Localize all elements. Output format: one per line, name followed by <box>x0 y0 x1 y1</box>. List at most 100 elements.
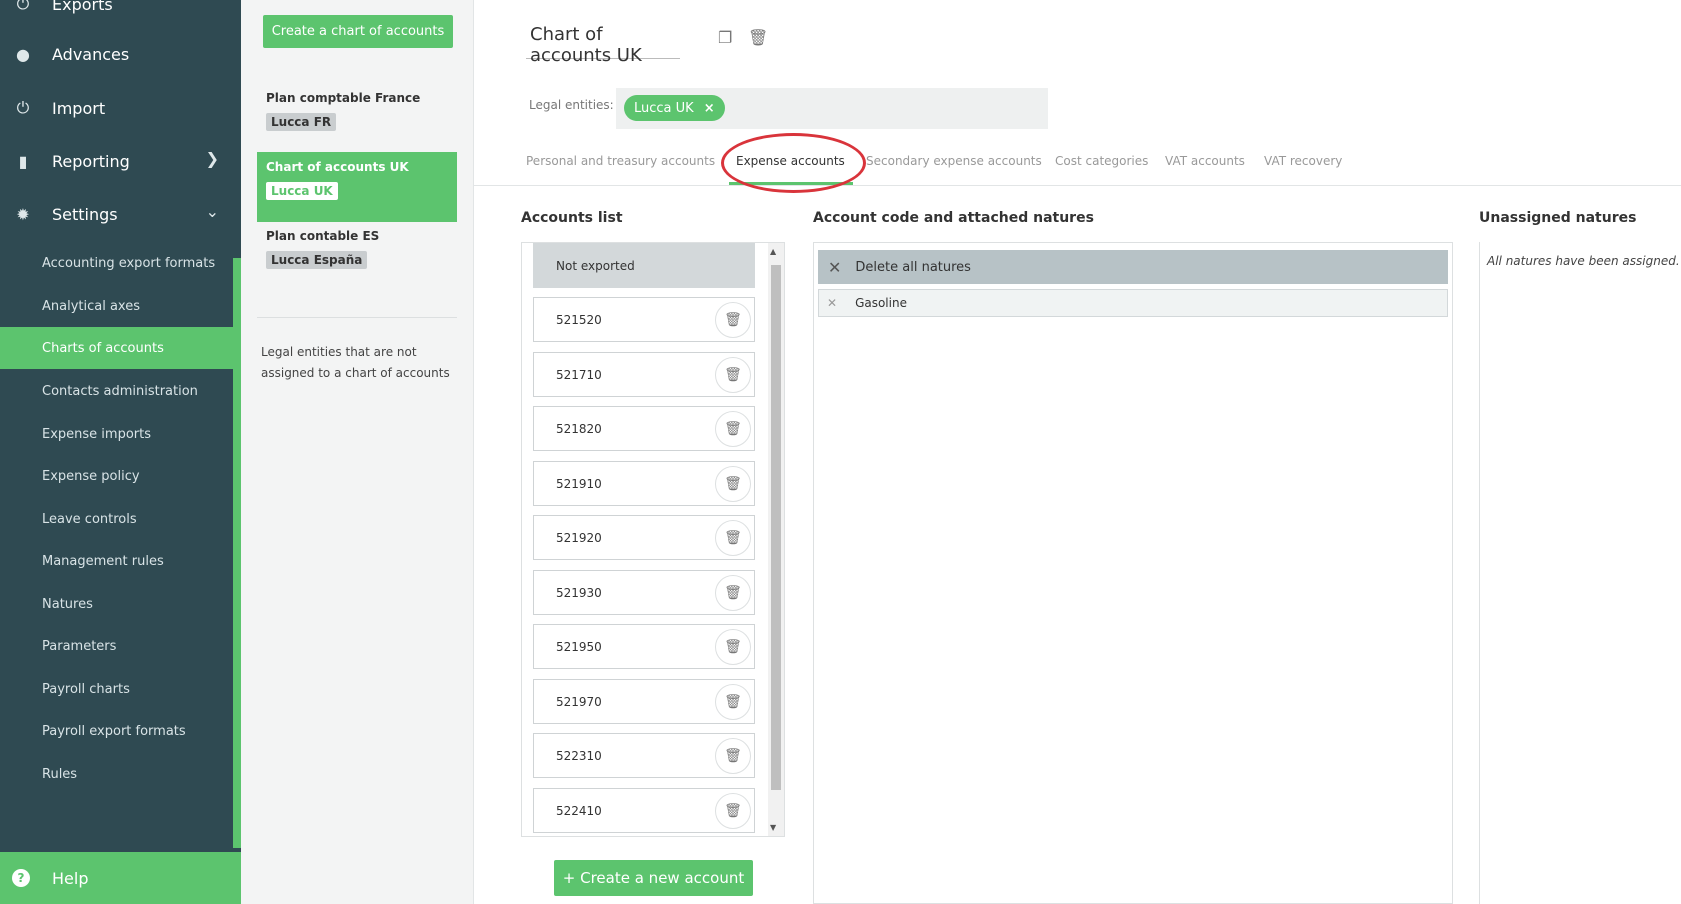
trash-icon[interactable]: 🗑 <box>715 629 751 665</box>
remove-icon[interactable]: × <box>704 101 715 116</box>
legal-entities-input[interactable]: Lucca UK × <box>616 88 1048 129</box>
trash-icon[interactable]: 🗑 <box>715 302 751 338</box>
trash-icon[interactable]: 🗑 <box>715 793 751 829</box>
unassigned-natures-title: Unassigned natures <box>1479 210 1637 226</box>
nav-item-advances[interactable]: ● Advances <box>0 34 233 74</box>
create-account-button[interactable]: + Create a new account <box>554 860 753 896</box>
trash-icon[interactable]: 🗑 <box>715 411 751 447</box>
nav-item-label: Settings <box>52 204 118 224</box>
delete-all-label: Delete all natures <box>855 259 971 275</box>
attached-natures-panel: ✕ Delete all natures ✕ Gasoline <box>813 242 1453 904</box>
account-code: 521920 <box>556 530 602 545</box>
unassigned-message: All natures have been assigned. <box>1487 254 1680 268</box>
sidebar-scrollbar[interactable] <box>233 258 241 848</box>
nav-item-import[interactable]: ⏻ Import <box>0 88 233 128</box>
tab-bar: Personal and treasury accounts Expense a… <box>474 148 1681 186</box>
tab-cost-categories[interactable]: Cost categories <box>1055 154 1148 168</box>
settings-item-rules[interactable]: Rules <box>0 753 233 795</box>
trash-icon[interactable]: 🗑 <box>715 575 751 611</box>
trash-icon[interactable]: 🗑 <box>715 684 751 720</box>
chart-item-france[interactable]: Plan comptable France Lucca FR <box>257 83 457 153</box>
account-row[interactable]: 521970 🗑 <box>533 679 755 724</box>
account-row[interactable]: 521520 🗑 <box>533 297 755 342</box>
settings-item-charts-of-accounts[interactable]: Charts of accounts <box>0 327 233 369</box>
create-chart-button[interactable]: Create a chart of accounts <box>263 15 453 48</box>
nav-item-label: Advances <box>52 44 130 64</box>
nav-item-label: Import <box>52 98 106 118</box>
entity-tag: Lucca FR <box>266 113 337 131</box>
import-icon: ⏻ <box>16 98 30 117</box>
account-code: 521710 <box>556 367 602 382</box>
bar-chart-icon: ▮ <box>18 151 28 171</box>
nature-row[interactable]: ✕ Gasoline <box>818 289 1448 317</box>
nav-item-settings[interactable]: ✹ Settings ⌄ <box>0 194 233 234</box>
settings-item-parameters[interactable]: Parameters <box>0 625 233 667</box>
highlight-annotation <box>721 133 866 193</box>
nav-item-reporting[interactable]: ▮ Reporting ❯ <box>0 141 233 181</box>
account-row[interactable]: 521920 🗑 <box>533 515 755 560</box>
settings-item-leave-controls[interactable]: Leave controls <box>0 498 233 540</box>
unassigned-entities-note: Legal entities that are not assigned to … <box>261 345 450 380</box>
settings-item-natures[interactable]: Natures <box>0 583 233 625</box>
help-button[interactable]: ? Help <box>0 852 241 904</box>
remove-icon[interactable]: ✕ <box>827 296 837 310</box>
settings-item-expense-policy[interactable]: Expense policy <box>0 455 233 497</box>
accounts-scrollbar[interactable]: ▲ ▼ <box>768 243 784 836</box>
scrollbar-thumb[interactable] <box>771 265 781 790</box>
nav-item-exports[interactable]: ⏻ Exports <box>0 0 233 24</box>
settings-item-accounting-export-formats[interactable]: Accounting export formats <box>0 242 233 284</box>
account-code: 521950 <box>556 639 602 654</box>
trash-icon[interactable]: 🗑 <box>715 357 751 393</box>
trash-icon[interactable]: 🗑 <box>715 520 751 556</box>
natures-title: Account code and attached natures <box>813 210 1094 226</box>
account-row[interactable]: 521820 🗑 <box>533 406 755 451</box>
account-code: 521930 <box>556 585 602 600</box>
settings-item-contacts-administration[interactable]: Contacts administration <box>0 370 233 412</box>
entity-tag: Lucca España <box>266 251 368 269</box>
settings-item-analytical-axes[interactable]: Analytical axes <box>0 285 233 327</box>
trash-icon[interactable]: 🗑 <box>715 466 751 502</box>
question-icon: ? <box>12 869 30 887</box>
pill-label: Lucca UK <box>634 100 694 116</box>
entity-tag: Lucca UK <box>266 182 338 200</box>
scroll-down-icon[interactable]: ▼ <box>770 823 776 832</box>
account-row[interactable]: 521950 🗑 <box>533 624 755 669</box>
account-code: 521970 <box>556 694 602 709</box>
tab-vat-accounts[interactable]: VAT accounts <box>1165 154 1245 168</box>
trash-icon[interactable]: 🗑 <box>715 738 751 774</box>
accounts-list-title: Accounts list <box>521 210 623 226</box>
legal-entity-pill: Lucca UK × <box>624 95 725 121</box>
chart-title-field[interactable]: Chart of accounts UK <box>526 24 680 66</box>
account-code: 522410 <box>556 803 602 818</box>
scroll-up-icon[interactable]: ▲ <box>770 247 776 256</box>
account-row[interactable]: 521710 🗑 <box>533 352 755 397</box>
account-code: 521820 <box>556 421 602 436</box>
accounts-list: Not exported 521520 🗑 521710 🗑 521820 🗑 … <box>521 242 785 837</box>
account-row[interactable]: Not exported <box>533 243 755 288</box>
chart-item-name: Plan contable ES <box>266 229 380 243</box>
account-row[interactable]: 521910 🗑 <box>533 461 755 506</box>
main-sidebar: ⏻ Exports ● Advances ⏻ Import ▮ Reportin… <box>0 0 241 904</box>
account-code: Not exported <box>556 258 635 273</box>
settings-item-management-rules[interactable]: Management rules <box>0 540 233 582</box>
tab-secondary-expense[interactable]: Secondary expense accounts <box>866 154 1042 168</box>
copy-icon[interactable]: ❐ <box>718 28 732 47</box>
account-row[interactable]: 521930 🗑 <box>533 570 755 615</box>
account-row[interactable]: 522410 🗑 <box>533 788 755 833</box>
account-row[interactable]: 522310 🗑 <box>533 733 755 778</box>
chevron-right-icon: ❯ <box>205 149 219 168</box>
settings-item-payroll-export-formats[interactable]: Payroll export formats <box>0 710 233 752</box>
tab-personal-treasury[interactable]: Personal and treasury accounts <box>526 154 715 168</box>
tab-vat-recovery[interactable]: VAT recovery <box>1264 154 1342 168</box>
account-code: 521520 <box>556 312 602 327</box>
chart-item-es[interactable]: Plan contable ES Lucca España <box>257 221 457 291</box>
chart-item-name: Chart of accounts UK <box>266 160 409 174</box>
chart-item-name: Plan comptable France <box>266 91 421 105</box>
settings-item-payroll-charts[interactable]: Payroll charts <box>0 668 233 710</box>
chart-item-uk[interactable]: Chart of accounts UK Lucca UK <box>257 152 457 222</box>
settings-item-expense-imports[interactable]: Expense imports <box>0 413 233 455</box>
trash-icon[interactable]: 🗑 <box>748 28 768 47</box>
charts-panel: Create a chart of accounts Plan comptabl… <box>241 0 474 904</box>
nav-item-label: Exports <box>52 0 113 14</box>
delete-all-natures-button[interactable]: ✕ Delete all natures <box>818 250 1448 284</box>
